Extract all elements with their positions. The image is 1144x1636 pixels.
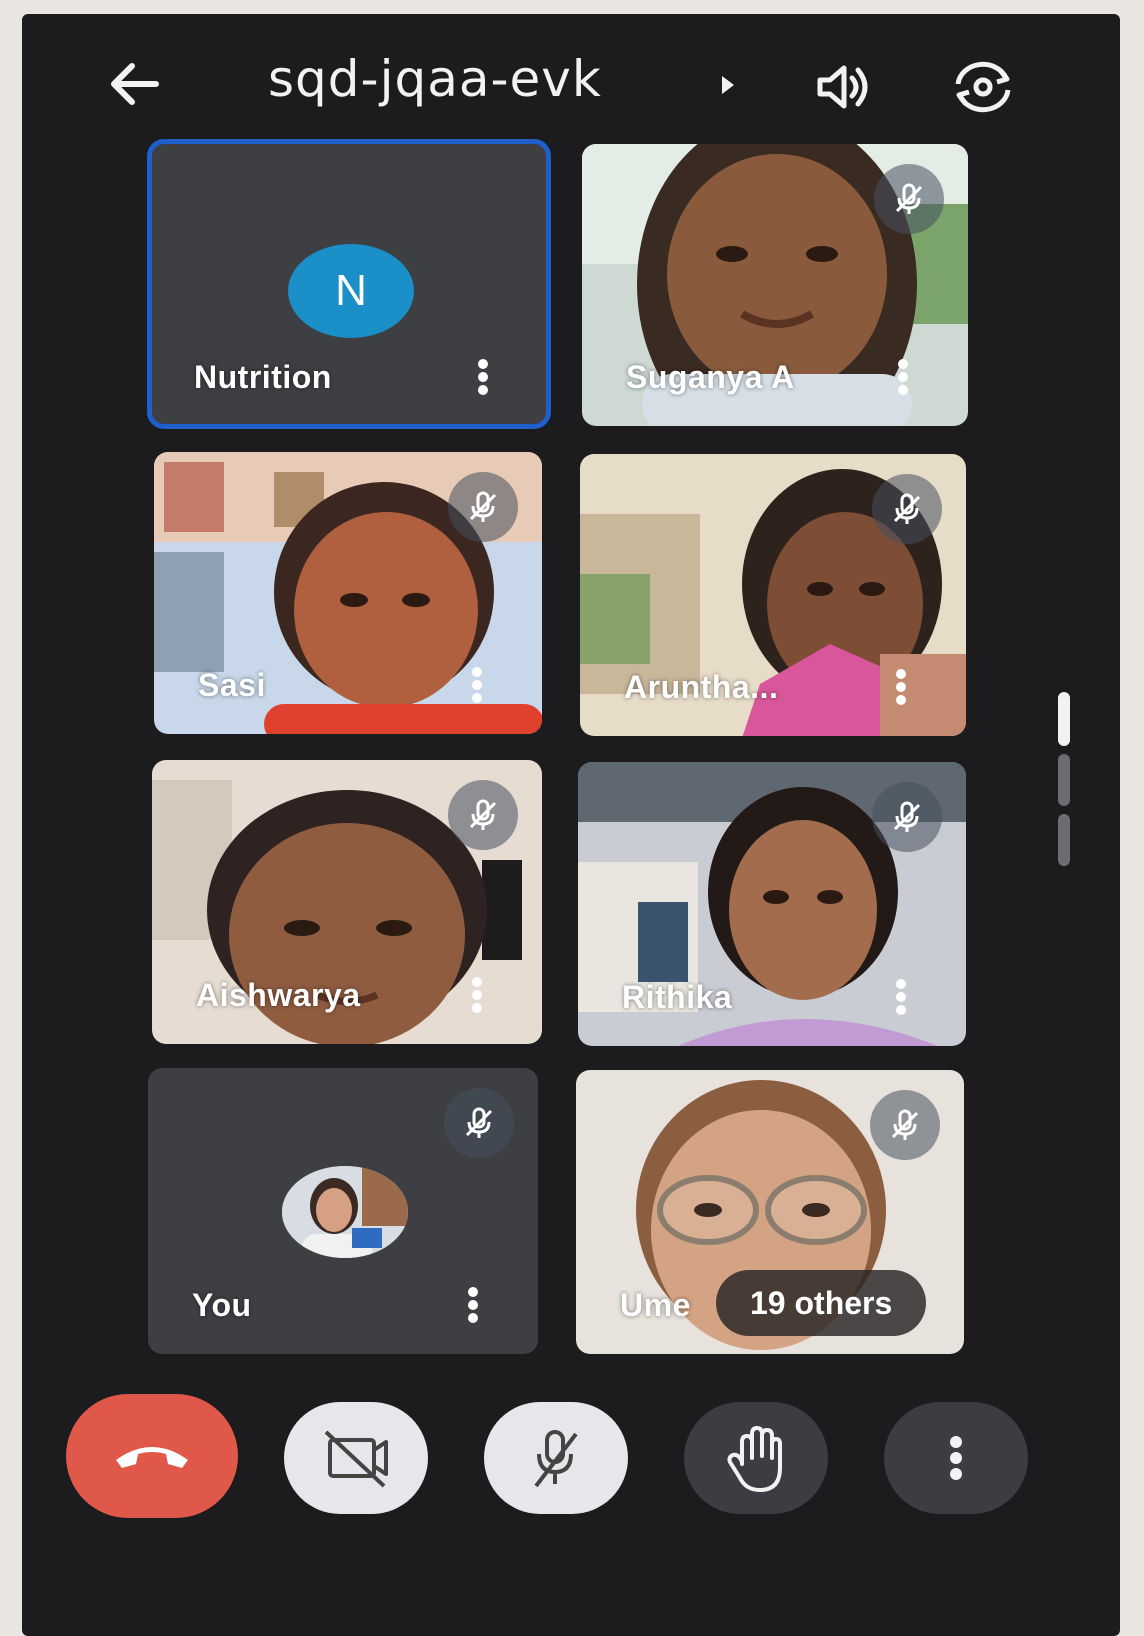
back-button[interactable] — [102, 52, 166, 116]
mic-off-icon — [534, 1430, 578, 1488]
participant-name: Aruntha... — [624, 669, 779, 705]
avatar: N — [288, 244, 414, 338]
caret-right-icon[interactable] — [722, 76, 734, 94]
participant-name: Rithika — [622, 979, 733, 1015]
speaker-icon — [817, 65, 868, 109]
participant-tile[interactable]: Ume 19 others — [576, 1070, 964, 1354]
meet-call-screen: sqd-jqaa-evk N Nutrition Suganya A Sasi … — [22, 14, 1120, 1636]
camera-toggle-button[interactable] — [284, 1402, 428, 1514]
muted-badge — [872, 782, 942, 852]
participant-name: You — [192, 1287, 252, 1323]
mic-off-icon — [893, 493, 921, 524]
mic-off-icon — [891, 1109, 919, 1140]
hand-icon — [727, 1426, 782, 1492]
tile-menu-button[interactable] — [890, 976, 912, 1020]
profile-photo — [282, 1166, 408, 1258]
tile-menu-button[interactable] — [466, 664, 488, 708]
mic-off-icon — [895, 183, 923, 214]
participant-name: Nutrition — [194, 359, 332, 395]
muted-badge — [448, 472, 518, 542]
participant-tile[interactable]: Rithika — [578, 762, 966, 1046]
participant-tile[interactable]: N Nutrition — [147, 139, 551, 429]
tile-menu-button[interactable] — [462, 1284, 484, 1328]
switch-camera-icon — [955, 61, 1011, 113]
camera-off-icon — [324, 1430, 388, 1488]
participant-tile[interactable]: Aishwarya — [152, 760, 542, 1044]
more-vert-icon — [950, 1436, 962, 1480]
back-arrow-icon — [111, 63, 159, 105]
tile-menu-button[interactable] — [466, 974, 488, 1018]
participant-name: Sasi — [198, 667, 266, 703]
speaker-button[interactable] — [812, 56, 874, 118]
muted-badge — [872, 474, 942, 544]
muted-badge — [448, 780, 518, 850]
tile-menu-button[interactable] — [890, 666, 912, 710]
participant-name: Ume — [620, 1287, 691, 1323]
raise-hand-button[interactable] — [684, 1402, 828, 1514]
others-count-pill[interactable]: 19 others — [716, 1270, 927, 1336]
muted-badge — [444, 1088, 514, 1158]
participant-tile[interactable]: Aruntha... — [580, 454, 966, 736]
tile-menu-button[interactable] — [472, 356, 494, 400]
participant-tile-self[interactable]: You — [148, 1068, 538, 1354]
muted-badge — [874, 164, 944, 234]
mic-off-icon — [465, 1107, 493, 1138]
muted-badge — [870, 1090, 940, 1160]
more-options-button[interactable] — [884, 1402, 1028, 1514]
meeting-code[interactable]: sqd-jqaa-evk — [268, 50, 602, 108]
participant-tile[interactable]: Suganya A — [582, 144, 968, 426]
mic-off-icon — [893, 801, 921, 832]
end-call-icon — [116, 1447, 188, 1468]
mic-toggle-button[interactable] — [484, 1402, 628, 1514]
tile-scrollbar[interactable] — [1058, 692, 1070, 870]
mic-off-icon — [469, 799, 497, 830]
participant-name: Suganya A — [626, 359, 795, 395]
mic-off-icon — [469, 491, 497, 522]
avatar — [282, 1166, 408, 1258]
participant-name: Aishwarya — [196, 977, 361, 1013]
leave-call-button[interactable] — [66, 1394, 238, 1518]
switch-camera-button[interactable] — [950, 54, 1016, 120]
participant-tile[interactable]: Sasi — [154, 452, 542, 734]
tile-menu-button[interactable] — [892, 356, 914, 400]
top-bar: sqd-jqaa-evk — [22, 14, 1120, 144]
